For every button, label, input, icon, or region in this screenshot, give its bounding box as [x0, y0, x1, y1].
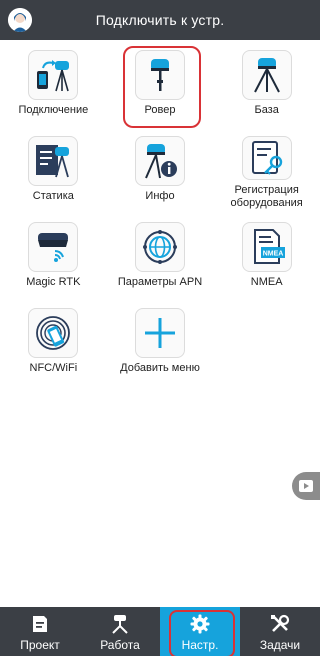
info-icon: [134, 136, 185, 186]
menu-grid: Подключение Ровер База Статика Инфо Реги…: [0, 44, 320, 382]
tile-magic-rtk[interactable]: Magic RTK: [0, 216, 107, 296]
tile-label: NMEA: [250, 276, 283, 288]
tools-icon: [269, 612, 291, 636]
nmea-badge: NMEA: [262, 251, 283, 258]
static-icon: [28, 136, 79, 186]
tile-label: Magic RTK: [26, 276, 81, 288]
tile-label: NFC/WiFi: [29, 362, 78, 374]
nav-label: Проект: [20, 637, 60, 652]
nav-tasks[interactable]: Задачи: [240, 607, 320, 656]
settings-icon: [189, 612, 211, 636]
tile-nmea[interactable]: NMEA NMEA: [213, 216, 320, 296]
nav-settings[interactable]: Настр.: [160, 607, 240, 656]
tile-rover[interactable]: Ровер: [107, 44, 214, 128]
connection-icon: [28, 50, 79, 100]
tile-label: База: [254, 104, 279, 116]
tile-apn[interactable]: Параметры APN: [107, 216, 214, 296]
tile-info[interactable]: Инфо: [107, 130, 214, 210]
tile-registration[interactable]: Регистрация оборудования: [213, 130, 320, 210]
registration-icon: [241, 136, 292, 180]
bottom-navigation: Проект Работа Настр. Задачи: [0, 607, 320, 656]
tile-label: Подключение: [18, 104, 89, 116]
tile-label: Статика: [32, 190, 74, 202]
nav-label: Задачи: [259, 637, 301, 652]
nav-work[interactable]: Работа: [80, 607, 160, 656]
project-icon: [29, 612, 51, 636]
nmea-icon: NMEA: [241, 222, 292, 272]
page-title: Подключить к устр.: [95, 12, 225, 28]
tile-connection[interactable]: Подключение: [0, 44, 107, 124]
nfc-wifi-icon: [28, 308, 79, 358]
tile-label: Регистрация оборудования: [230, 184, 303, 209]
top-bar: Подключить к устр.: [0, 0, 320, 40]
tile-label: Инфо: [145, 190, 175, 202]
tile-base[interactable]: База: [213, 44, 320, 124]
tile-static[interactable]: Статика: [0, 130, 107, 210]
tile-label: Ровер: [144, 104, 176, 116]
magic-rtk-icon: [28, 222, 79, 272]
work-icon: [109, 612, 131, 636]
floating-play-button[interactable]: [292, 472, 320, 500]
tile-nfc-wifi[interactable]: NFC/WiFi: [0, 302, 107, 382]
play-icon: [299, 480, 313, 492]
tile-label: Добавить меню: [120, 362, 200, 374]
nav-label: Настр.: [181, 637, 219, 652]
tile-add-menu[interactable]: Добавить меню: [107, 302, 214, 382]
rover-icon: [134, 50, 185, 100]
add-icon: [134, 308, 185, 358]
apn-icon: [134, 222, 185, 272]
nav-label: Работа: [100, 637, 140, 652]
nav-project[interactable]: Проект: [0, 607, 80, 656]
base-icon: [241, 50, 292, 100]
avatar[interactable]: [8, 8, 32, 32]
tile-label: Параметры APN: [117, 276, 203, 288]
